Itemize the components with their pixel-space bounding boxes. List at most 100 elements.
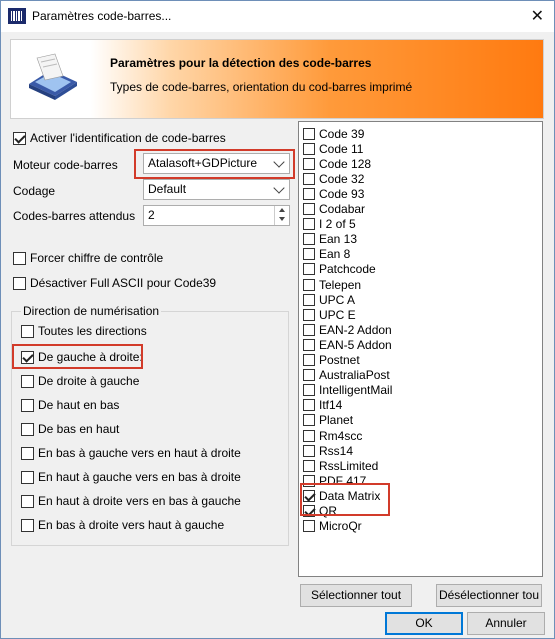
barcode-type-item[interactable]: Postnet — [303, 353, 360, 368]
barcode-type-item[interactable]: UPC E — [303, 307, 356, 322]
direction-option[interactable]: De haut en bas — [21, 398, 119, 412]
barcode-type-item[interactable]: Ean 8 — [303, 247, 350, 262]
barcode-type-item[interactable]: I 2 of 5 — [303, 217, 356, 232]
barcode-type-item[interactable]: AustraliaPost — [303, 368, 390, 383]
direction-option-label: En bas à droite vers haut à gauche — [38, 518, 225, 532]
barcode-type-label: Ean 8 — [319, 247, 351, 262]
barcode-type-item[interactable]: Rss14 — [303, 443, 353, 458]
deselect-all-button[interactable]: Désélectionner tou — [436, 584, 542, 607]
direction-option[interactable]: En haut à gauche vers en bas à droite — [21, 470, 241, 484]
ok-button[interactable]: OK — [385, 612, 463, 635]
disable-ascii-checkbox[interactable] — [13, 276, 26, 290]
barcode-type-item[interactable]: Ean 13 — [303, 232, 357, 247]
select-all-button[interactable]: Sélectionner tout — [300, 584, 412, 607]
force-check-label: Forcer chiffre de contrôle — [30, 251, 164, 265]
barcode-type-item[interactable]: RssLimited — [303, 458, 378, 473]
title-bar[interactable]: Paramètres code-barres... ✕ — [1, 1, 554, 32]
barcode-type-item[interactable]: Codabar — [303, 202, 365, 217]
force-check-checkbox[interactable] — [13, 251, 26, 265]
direction-checkbox[interactable] — [21, 494, 34, 508]
barcode-type-item[interactable]: Planet — [303, 413, 353, 428]
barcode-type-label: EAN-2 Addon — [319, 322, 392, 337]
barcode-type-label: Codabar — [319, 202, 366, 216]
expected-count-spinner[interactable]: 2 — [143, 205, 290, 226]
barcode-type-item[interactable]: Code 128 — [303, 156, 371, 171]
barcode-type-checkbox[interactable] — [303, 233, 315, 246]
barcode-type-label: UPC E — [319, 307, 356, 322]
barcode-type-item[interactable]: MicroQr — [303, 519, 362, 534]
barcode-type-checkbox[interactable] — [303, 218, 315, 231]
barcode-type-checkbox[interactable] — [303, 308, 315, 321]
barcode-type-checkbox[interactable] — [303, 203, 315, 215]
barcode-type-label: Planet — [319, 413, 354, 428]
cancel-button[interactable]: Annuler — [467, 612, 545, 635]
expected-count-value: 2 — [148, 208, 155, 222]
spinner-up-icon[interactable] — [279, 208, 285, 212]
barcode-type-label: Rss14 — [319, 443, 354, 458]
barcode-type-checkbox[interactable] — [303, 338, 315, 351]
direction-option[interactable]: Toutes les directions — [21, 324, 147, 338]
direction-checkbox[interactable] — [21, 324, 34, 338]
barcode-type-item[interactable]: Patchcode — [303, 262, 376, 277]
direction-option[interactable]: De droite à gauche — [21, 374, 139, 388]
barcode-type-checkbox[interactable] — [303, 414, 315, 427]
barcode-type-item[interactable]: Rm4scc — [303, 428, 362, 443]
enable-identification-checkbox[interactable] — [13, 131, 26, 145]
direction-checkbox[interactable] — [21, 422, 34, 436]
barcode-type-checkbox[interactable] — [303, 142, 315, 155]
barcode-type-checkbox[interactable] — [303, 459, 315, 472]
direction-option[interactable]: En bas à droite vers haut à gauche — [21, 518, 224, 532]
barcode-type-item[interactable]: Code 32 — [303, 171, 364, 186]
expected-label: Codes-barres attendus — [13, 209, 136, 223]
direction-option[interactable]: De bas en haut — [21, 422, 119, 436]
barcode-type-checkbox[interactable] — [303, 263, 315, 276]
direction-checkbox[interactable] — [21, 398, 34, 412]
close-icon[interactable]: ✕ — [531, 6, 544, 26]
barcode-type-checkbox[interactable] — [303, 369, 315, 382]
direction-option[interactable]: En bas à gauche vers en haut à droite — [21, 446, 241, 460]
barcode-type-item[interactable]: EAN-2 Addon — [303, 322, 392, 337]
spinner-buttons[interactable] — [274, 206, 289, 225]
barcode-type-checkbox[interactable] — [303, 354, 315, 366]
barcode-type-item[interactable]: Telepen — [303, 277, 361, 292]
barcode-type-checkbox[interactable] — [303, 520, 315, 533]
barcode-app-icon — [8, 8, 26, 24]
barcode-type-label: Code 39 — [319, 126, 365, 141]
barcode-type-checkbox[interactable] — [303, 157, 315, 170]
direction-checkbox[interactable] — [21, 518, 34, 532]
barcode-type-item[interactable]: Code 11 — [303, 141, 363, 156]
encoding-select[interactable]: Default — [143, 179, 290, 200]
barcode-type-item[interactable]: EAN-5 Addon — [303, 337, 392, 352]
direction-option-label: En haut à gauche vers en bas à droite — [38, 470, 241, 484]
barcode-type-item[interactable]: UPC A — [303, 292, 355, 307]
barcode-type-item[interactable]: Itf14 — [303, 398, 342, 413]
barcode-type-item[interactable]: IntelligentMail — [303, 383, 392, 398]
barcode-type-checkbox[interactable] — [303, 187, 315, 200]
barcode-type-label: Itf14 — [319, 398, 343, 413]
barcode-type-checkbox[interactable] — [303, 278, 315, 291]
barcode-type-checkbox[interactable] — [303, 323, 315, 336]
barcode-type-checkbox[interactable] — [303, 384, 315, 397]
enable-identification-label: Activer l'identification de code-barres — [30, 131, 226, 145]
direction-checkbox[interactable] — [21, 470, 34, 484]
barcode-type-item[interactable]: Code 93 — [303, 186, 364, 201]
barcode-type-checkbox[interactable] — [303, 399, 315, 412]
barcode-type-checkbox[interactable] — [303, 127, 315, 140]
barcode-type-label: Rm4scc — [319, 428, 363, 443]
disable-ascii-row[interactable]: Désactiver Full ASCII pour Code39 — [13, 276, 216, 290]
spinner-down-icon[interactable] — [279, 217, 285, 221]
force-check-row[interactable]: Forcer chiffre de contrôle — [13, 251, 163, 265]
barcode-type-checkbox[interactable] — [303, 248, 315, 261]
barcode-type-checkbox[interactable] — [303, 293, 315, 306]
direction-checkbox[interactable] — [21, 446, 34, 460]
barcode-type-item[interactable]: Code 39 — [303, 126, 364, 141]
encoding-label: Codage — [13, 184, 56, 198]
barcode-type-checkbox[interactable] — [303, 172, 315, 185]
barcode-type-label: Ean 13 — [319, 232, 358, 247]
direction-checkbox[interactable] — [21, 374, 34, 388]
barcode-type-checkbox[interactable] — [303, 429, 315, 442]
enable-identification-row[interactable]: Activer l'identification de code-barres — [13, 131, 226, 145]
barcode-type-checkbox[interactable] — [303, 444, 315, 457]
direction-option-label: En bas à gauche vers en haut à droite — [38, 446, 241, 460]
direction-option[interactable]: En haut à droite vers en bas à gauche — [21, 494, 241, 508]
